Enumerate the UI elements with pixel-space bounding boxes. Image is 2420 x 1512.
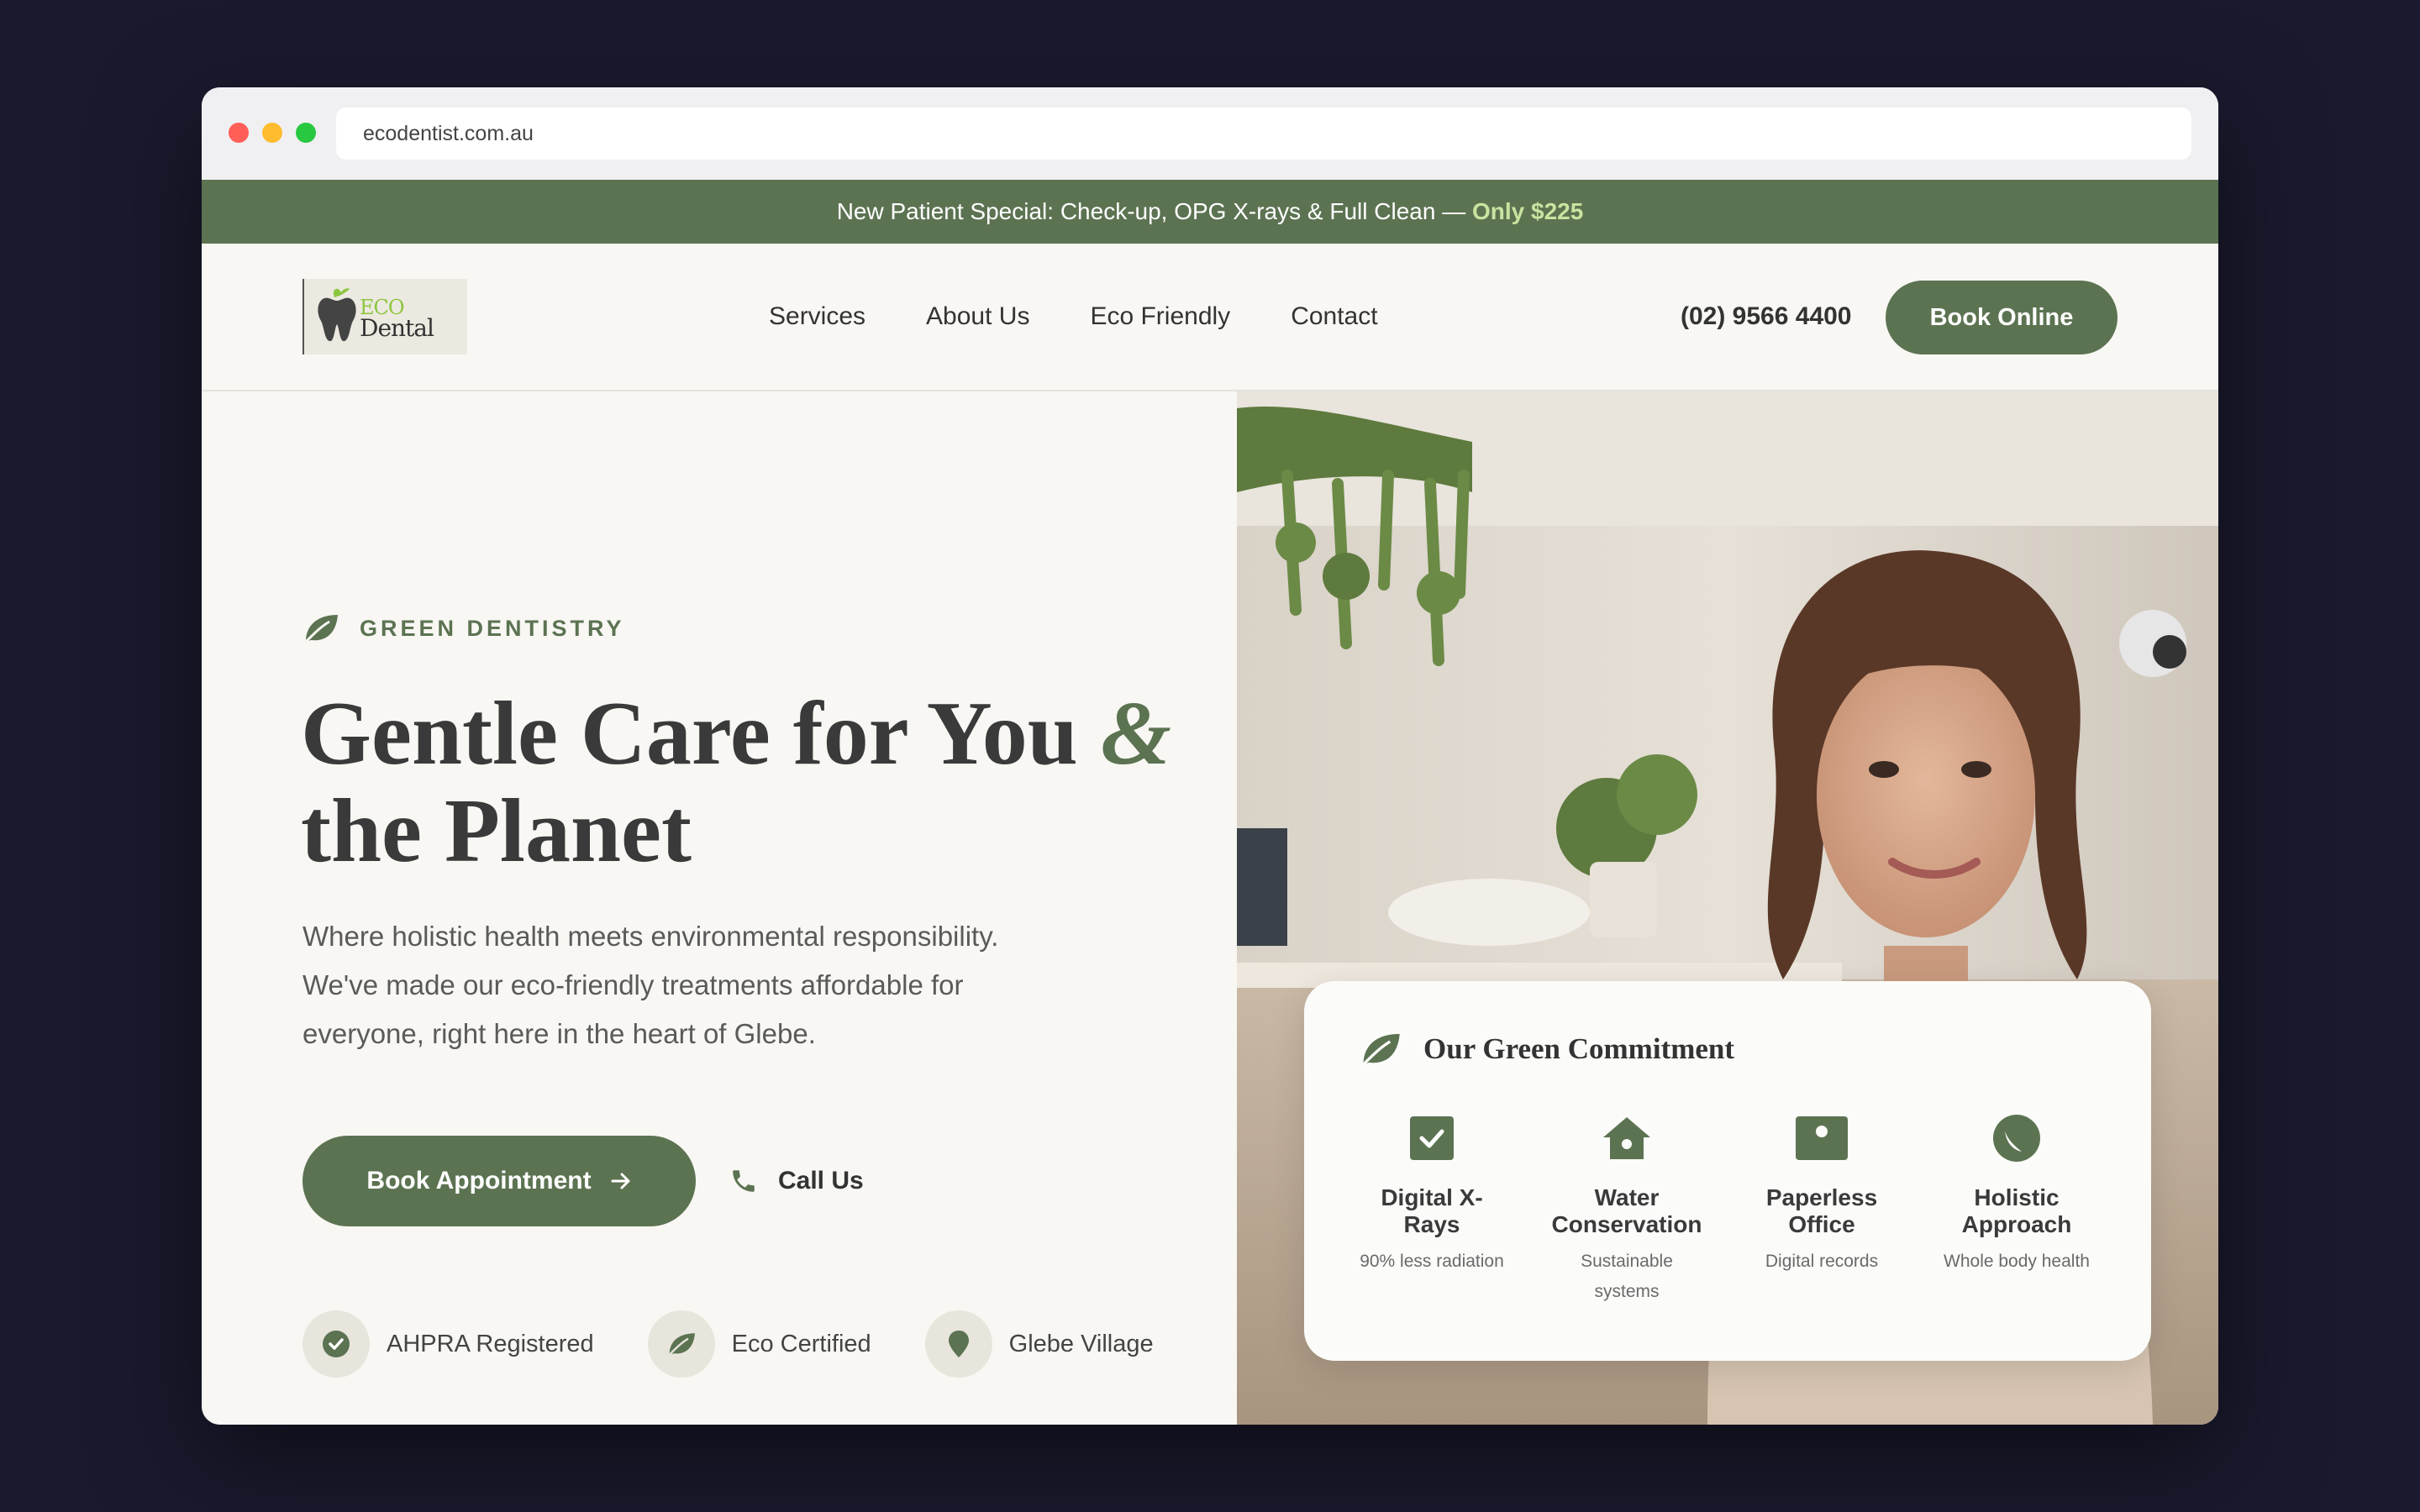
leaf-icon <box>668 1333 695 1356</box>
arrow-right-icon <box>611 1173 630 1189</box>
promo-banner: New Patient Special: Check-up, OPG X-ray… <box>202 180 2218 244</box>
hero-photo-panel: Our Green Commitment Digital X-Rays 90% … <box>1237 391 2218 1425</box>
feature-title: Digital X-Rays <box>1381 1184 1483 1237</box>
green-commitment-card: Our Green Commitment Digital X-Rays 90% … <box>1304 981 2151 1361</box>
browser-chrome: ecodentist.com.au <box>202 87 2218 180</box>
hero-tag: GREEN DENTISTRY <box>302 612 625 645</box>
call-us-button[interactable]: Call Us <box>729 1136 864 1226</box>
phone-icon <box>733 1170 755 1192</box>
badge-eco-certified-label: Eco Certified <box>731 1330 871 1357</box>
checkbox-icon <box>1410 1116 1454 1160</box>
badge-glebe-village: Glebe Village <box>924 1310 1154 1378</box>
call-us-label: Call Us <box>778 1167 864 1194</box>
commitment-features: Digital X-Rays 90% less radiation Water … <box>1304 1112 2151 1307</box>
headline-part1: Gentle Care for You <box>301 684 1101 784</box>
close-window-button[interactable] <box>229 123 249 143</box>
commitment-title: Our Green Commitment <box>1423 1032 1735 1065</box>
globe-leaf-icon <box>1993 1115 2040 1162</box>
badge-ahpra: AHPRA Registered <box>302 1310 594 1378</box>
logo[interactable]: ECO Dental <box>302 279 467 354</box>
id-card-icon <box>1796 1116 1848 1160</box>
feature-title: Water Conservation <box>1551 1184 1702 1237</box>
badge-glebe-village-label: Glebe Village <box>1008 1330 1154 1357</box>
badge-eco-certified: Eco Certified <box>647 1310 871 1378</box>
phone-number[interactable]: (02) 9566 4400 <box>1681 244 1852 390</box>
minimize-window-button[interactable] <box>262 123 282 143</box>
nav-link-eco-friendly[interactable]: Eco Friendly <box>1090 302 1230 331</box>
nav-link-contact[interactable]: Contact <box>1291 302 1377 331</box>
home-icon <box>1603 1117 1650 1159</box>
promo-price: Only $225 <box>1471 198 1584 224</box>
feature-subtitle: Digital records <box>1765 1252 1879 1271</box>
hero-tag-label: GREEN DENTISTRY <box>360 615 625 641</box>
feature-subtitle: Whole body health <box>1944 1252 2090 1271</box>
promo-text: New Patient Special: Check-up, OPG X-ray… <box>836 198 1472 224</box>
feature-holistic-approach: Holistic Approach Whole body health <box>1919 1112 2114 1307</box>
check-circle-icon <box>323 1331 350 1357</box>
leaf-icon <box>1362 1033 1400 1066</box>
headline-part2: the Planet <box>301 781 692 881</box>
tooth-logo-icon <box>318 288 356 342</box>
feature-title: Paperless Office <box>1765 1184 1878 1237</box>
book-online-button[interactable]: Book Online <box>1886 281 2118 354</box>
nav-link-services[interactable]: Services <box>769 302 865 331</box>
location-pin-icon <box>948 1331 969 1357</box>
feature-digital-xrays: Digital X-Rays 90% less radiation <box>1334 1112 1529 1307</box>
book-appointment-button[interactable]: Book Appointment <box>302 1136 696 1226</box>
feature-title: Holistic Approach <box>1961 1184 2072 1237</box>
feature-water-conservation: Water Conservation Sustainable systems <box>1529 1112 1724 1307</box>
headline-ampersand: & <box>1100 684 1171 784</box>
nav-links: Services About Us Eco Friendly Contact <box>769 244 1439 390</box>
feature-subtitle: Sustainable systems <box>1581 1252 1673 1301</box>
nav-link-about-us[interactable]: About Us <box>926 302 1029 331</box>
main-navigation: ECO Dental Services About Us Eco Friendl… <box>202 244 2218 391</box>
book-appointment-label: Book Appointment <box>366 1167 592 1194</box>
logo-dental-text: Dental <box>360 314 434 342</box>
feature-paperless-office: Paperless Office Digital records <box>1724 1112 1919 1307</box>
hero-section: GREEN DENTISTRY Gentle Care for You & th… <box>202 391 1237 1425</box>
maximize-window-button[interactable] <box>296 123 316 143</box>
badge-ahpra-label: AHPRA Registered <box>387 1330 594 1357</box>
url-bar[interactable]: ecodentist.com.au <box>336 108 2191 160</box>
feature-subtitle: 90% less radiation <box>1360 1252 1504 1271</box>
leaf-icon <box>304 615 338 643</box>
hero-subtext: Where holistic health meets environmenta… <box>302 921 999 1049</box>
trust-badges: AHPRA Registered Eco Certified Glebe Vil… <box>302 1310 1207 1378</box>
browser-window: ecodentist.com.au New Patient Special: C… <box>202 87 2218 1425</box>
hero-headline: Gentle Care for You & the Planet <box>301 685 1192 880</box>
